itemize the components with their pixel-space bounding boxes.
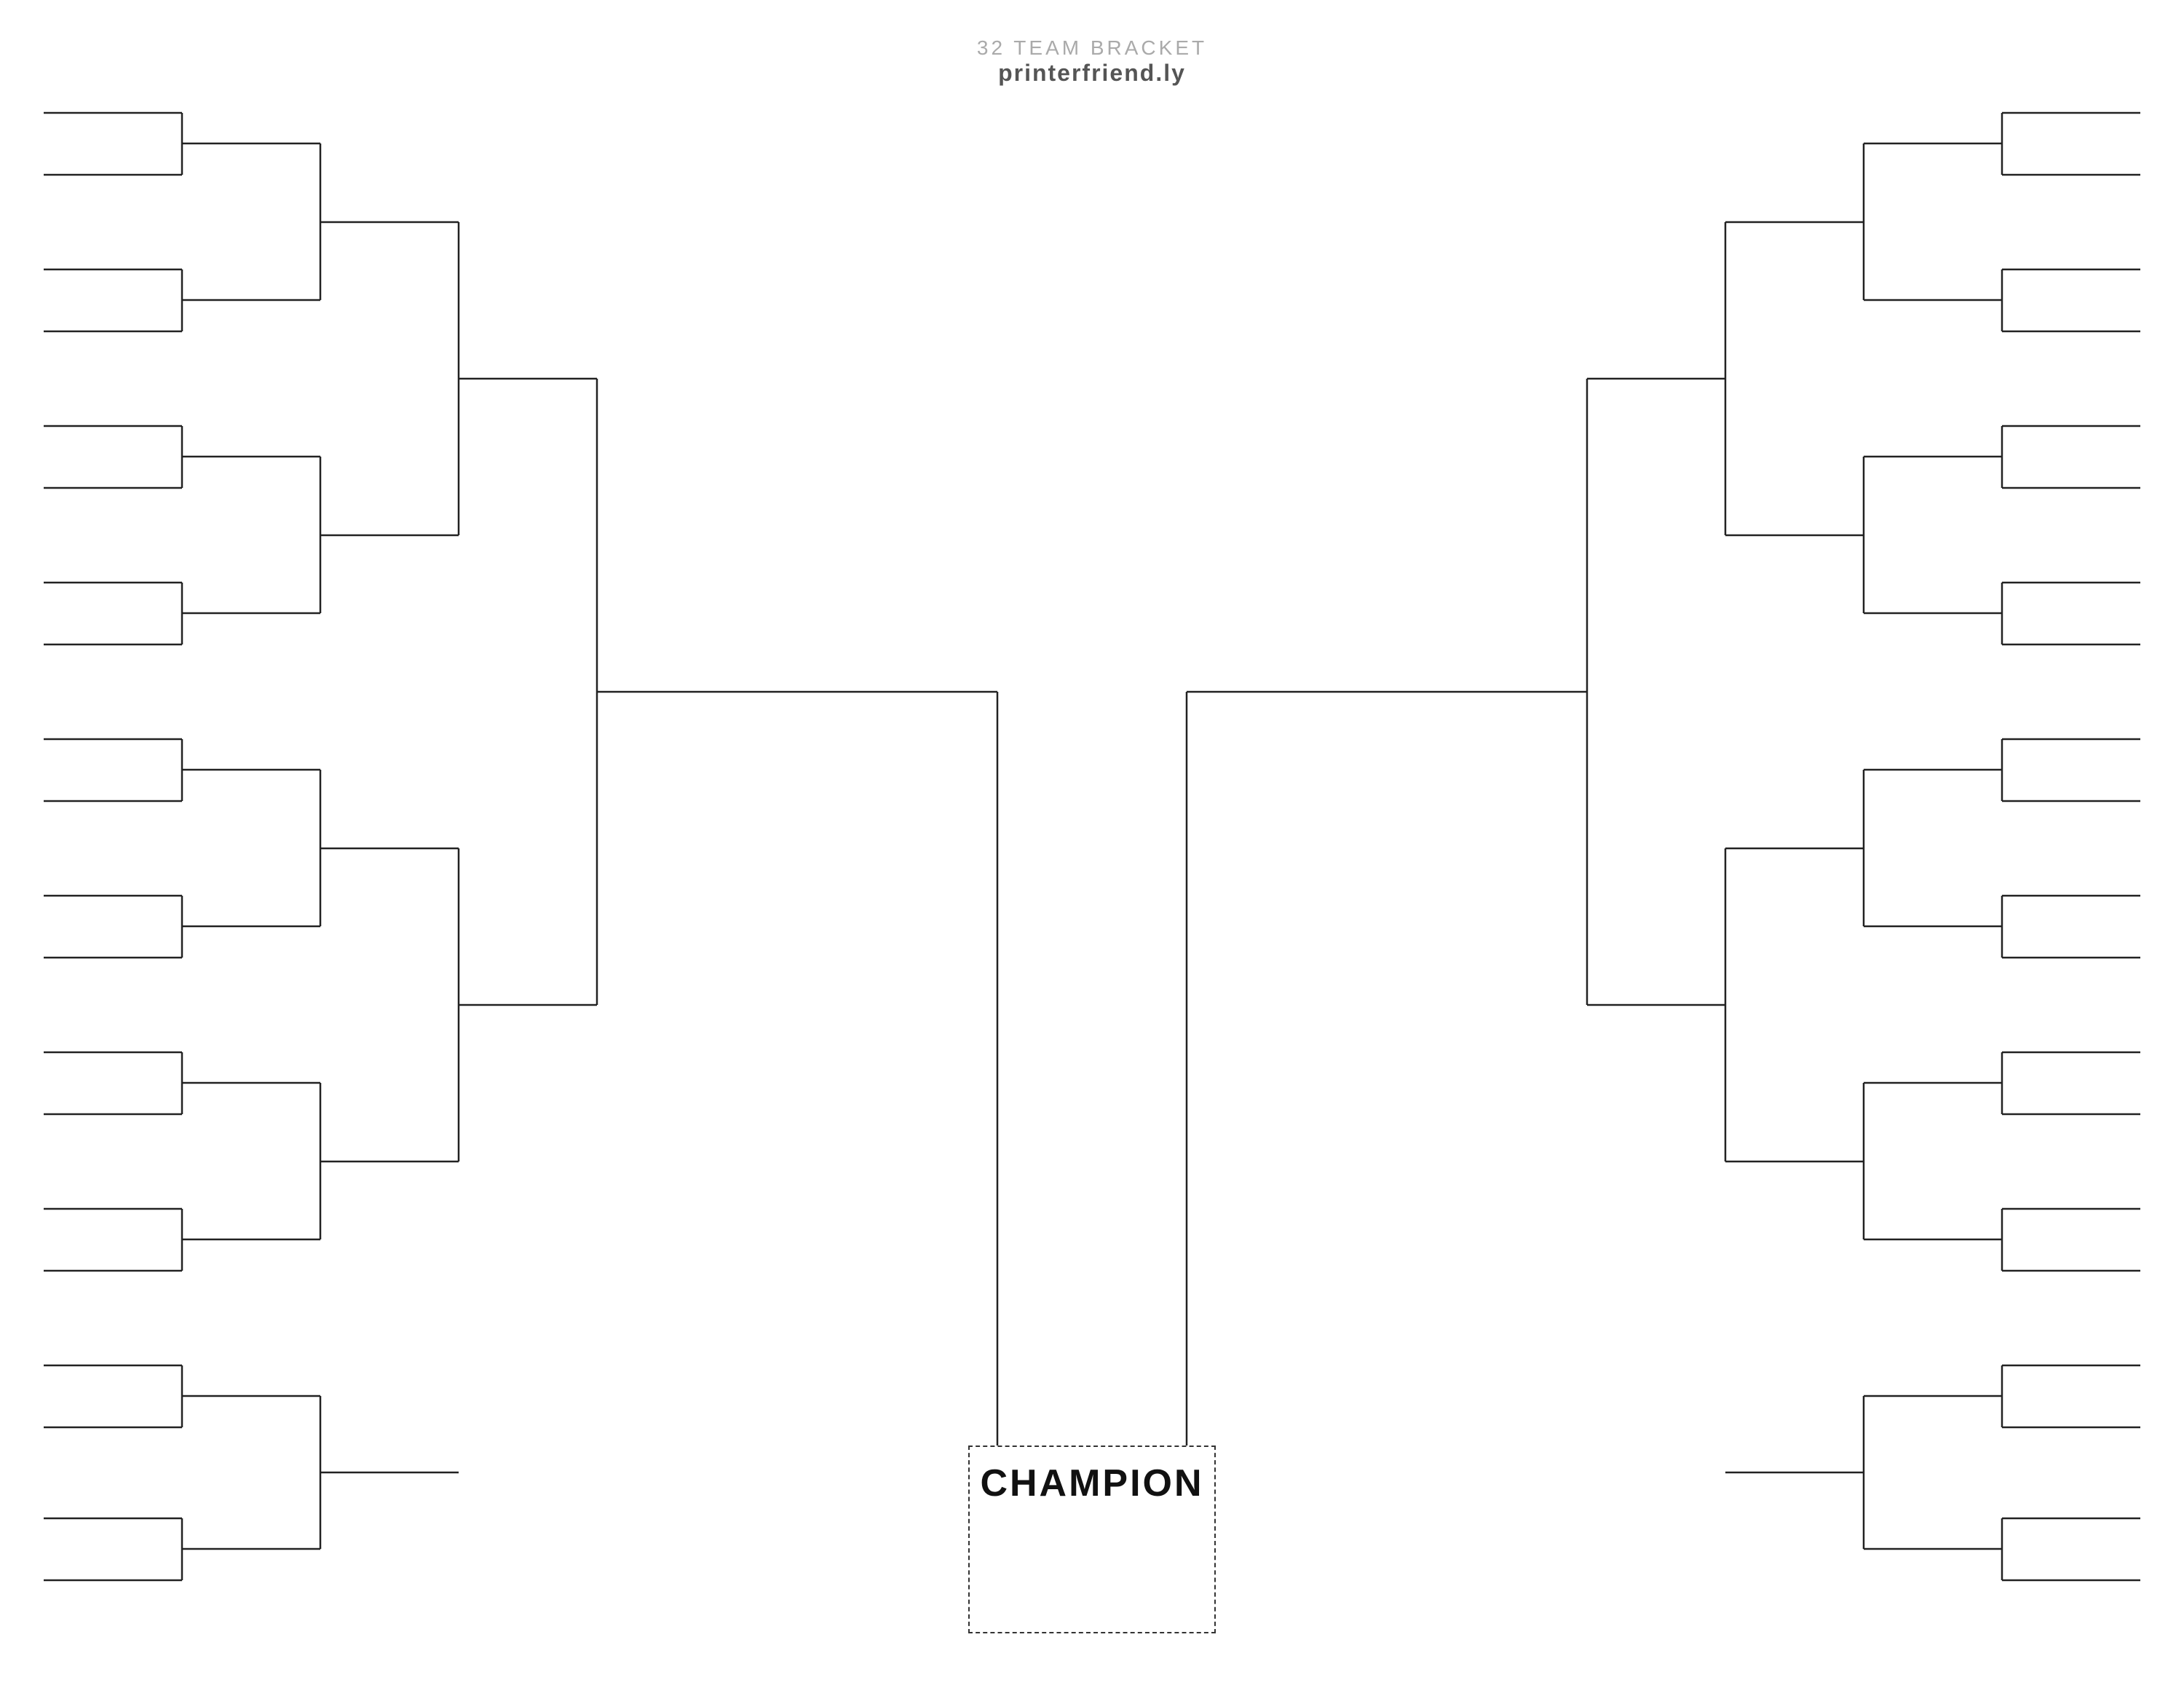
page: 32 TEAM BRACKET printerfriend.ly <box>0 0 2184 1688</box>
champion-box: CHAMPION <box>968 1446 1216 1633</box>
bracket-svg <box>0 0 2184 1688</box>
champion-label: CHAMPION <box>977 1462 1207 1505</box>
